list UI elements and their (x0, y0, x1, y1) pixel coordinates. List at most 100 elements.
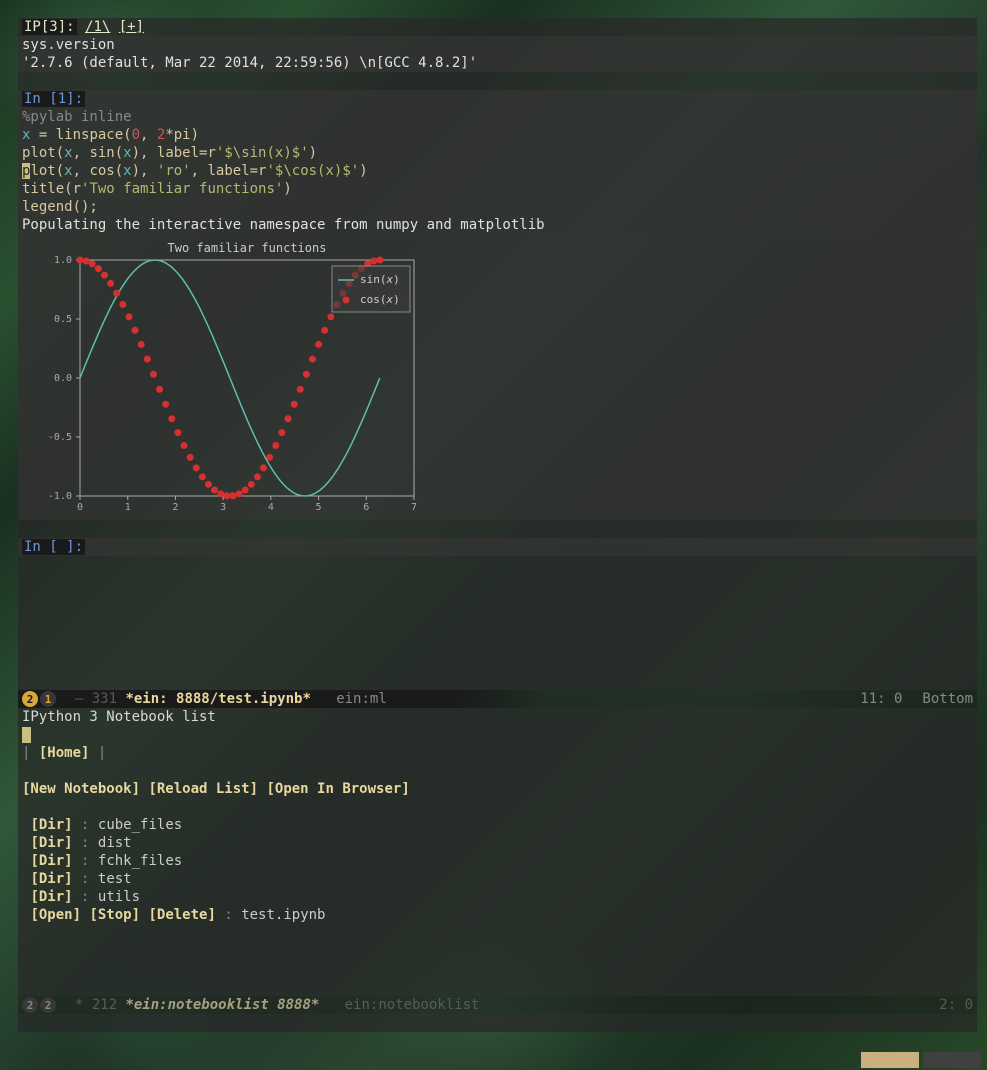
home-link[interactable]: [Home] (39, 745, 90, 761)
code-l4e: ), (132, 163, 157, 179)
buffer-name: *ein: 8888/test.ipynb* (125, 691, 310, 707)
out-line2: '2.7.6 (default, Mar 22 2014, 22:59:56) … (22, 55, 477, 71)
code-l2b: = linspace( (30, 127, 131, 143)
dir-link[interactable]: [Dir] (30, 889, 72, 905)
svg-text:0.5: 0.5 (54, 314, 72, 325)
code-l4a: lot( (30, 163, 64, 179)
code-l3a: plot( (22, 145, 64, 161)
code-l4b: x (64, 163, 72, 179)
svg-text:3: 3 (220, 502, 226, 513)
cf: : (216, 907, 241, 923)
tab-add[interactable]: [+] (119, 19, 144, 35)
open-browser-button[interactable]: [Open In Browser] (266, 781, 409, 797)
window-indicator-b: 1 (40, 691, 56, 707)
matplotlib-figure: Two familiar functions01234567-1.0-0.50.… (22, 238, 422, 516)
taskbar-item[interactable] (923, 1052, 981, 1068)
code-l5c: ) (283, 181, 291, 197)
major-mode: ein:ml (336, 691, 387, 707)
file-name: test.ipynb (241, 907, 325, 923)
cell-1[interactable]: In [1]: %pylab inline x = linspace(0, 2*… (18, 90, 977, 234)
change-count: – 331 (75, 691, 117, 707)
modeline-top: 2 1 – 331 *ein: 8888/test.ipynb* ein:ml … (18, 690, 977, 708)
notebooklist-pane[interactable]: IPython 3 Notebook list | [Home] | [New … (18, 708, 977, 996)
svg-text:5: 5 (316, 502, 322, 513)
svg-text:Two familiar functions: Two familiar functions (168, 241, 327, 255)
svg-text:-0.5: -0.5 (48, 432, 72, 443)
scroll-position: Bottom (922, 691, 973, 707)
window-indicator-a2: 2 (22, 997, 38, 1013)
svg-text:cos(x): cos(x) (360, 293, 400, 306)
cell-prompt: In [1]: (22, 91, 85, 107)
dir-link[interactable]: [Dir] (30, 871, 72, 887)
tab-current[interactable]: /1\ (85, 19, 110, 35)
modeline-bottom: 2 2 * 212 *ein:notebooklist 8888* ein:no… (18, 996, 977, 1014)
svg-text:-1.0: -1.0 (48, 491, 72, 502)
dir-name: cube_files (98, 817, 182, 833)
code-l3e: ), label=r (132, 145, 216, 161)
dir-link[interactable]: [Dir] (30, 853, 72, 869)
code-l4d: x (123, 163, 131, 179)
reload-list-button[interactable]: [Reload List] (148, 781, 258, 797)
c1: : (73, 835, 98, 851)
tab-line: IP[3]: /1\ [+] (18, 18, 977, 36)
out-line1: sys.version (22, 37, 115, 53)
code-l3g: ) (309, 145, 317, 161)
list-title: IPython 3 Notebook list (22, 709, 216, 725)
new-notebook-button[interactable]: [New Notebook] (22, 781, 140, 797)
code-l2d: , (140, 127, 157, 143)
major-mode2: ein:notebooklist (345, 997, 480, 1013)
dir-link[interactable]: [Dir] (30, 835, 72, 851)
svg-text:sin(x): sin(x) (360, 273, 400, 286)
cell-empty[interactable]: In [ ]: (18, 538, 977, 556)
code-l5b: 'Two familiar functions' (81, 181, 283, 197)
code-l3c: , sin( (73, 145, 124, 161)
stop-button[interactable]: [Stop] (89, 907, 140, 923)
buffer-name2: *ein:notebooklist 8888* (125, 997, 319, 1013)
cell-output-version: sys.version '2.7.6 (default, Mar 22 2014… (18, 36, 977, 72)
dir-name: fchk_files (98, 853, 182, 869)
code-l3b: x (64, 145, 72, 161)
change-count2: * 212 (75, 997, 117, 1013)
window-indicator-b2: 2 (40, 997, 56, 1013)
code-l4f: 'ro' (157, 163, 191, 179)
c4: : (73, 889, 98, 905)
code-l4g: , label=r (191, 163, 267, 179)
minibuffer[interactable] (18, 1014, 977, 1032)
sep2: | (98, 745, 106, 761)
dir-name: utils (98, 889, 140, 905)
svg-text:0: 0 (77, 502, 83, 513)
cursor-position2: 2: 0 (939, 997, 973, 1013)
notebook-editor-pane[interactable]: IP[3]: /1\ [+] sys.version '2.7.6 (defau… (18, 18, 977, 690)
svg-text:0.0: 0.0 (54, 373, 72, 384)
emacs-frame: IP[3]: /1\ [+] sys.version '2.7.6 (defau… (18, 18, 977, 1040)
stdout: Populating the interactive namespace fro… (22, 217, 545, 233)
dir-name: test (98, 871, 132, 887)
taskbar-item[interactable] (861, 1052, 919, 1068)
window-indicator-a: 2 (22, 691, 38, 707)
svg-text:4: 4 (268, 502, 274, 513)
code-l2f: *pi) (165, 127, 199, 143)
c3: : (73, 871, 98, 887)
tab-header-label: IP[3]: (22, 19, 77, 35)
cursor-list (22, 727, 31, 743)
svg-text:7: 7 (411, 502, 417, 513)
code-l4i: ) (359, 163, 367, 179)
taskbar (855, 1050, 987, 1070)
code-l3f: '$\sin(x)$' (216, 145, 309, 161)
dir-name: dist (98, 835, 132, 851)
c2: : (73, 853, 98, 869)
code-l4c: , cos( (73, 163, 124, 179)
code-l1: %pylab inline (22, 109, 132, 125)
code-l3d: x (123, 145, 131, 161)
delete-button[interactable]: [Delete] (148, 907, 215, 923)
chart-output: Two familiar functions01234567-1.0-0.50.… (18, 234, 977, 520)
open-button[interactable]: [Open] (30, 907, 81, 923)
sep1: | (22, 745, 30, 761)
svg-text:6: 6 (363, 502, 369, 513)
c0: : (73, 817, 98, 833)
dir-link[interactable]: [Dir] (30, 817, 72, 833)
code-l6: legend(); (22, 199, 98, 215)
cursor-position: 11: 0 (860, 691, 902, 707)
code-l4h: '$\cos(x)$' (266, 163, 359, 179)
svg-text:1.0: 1.0 (54, 255, 72, 266)
